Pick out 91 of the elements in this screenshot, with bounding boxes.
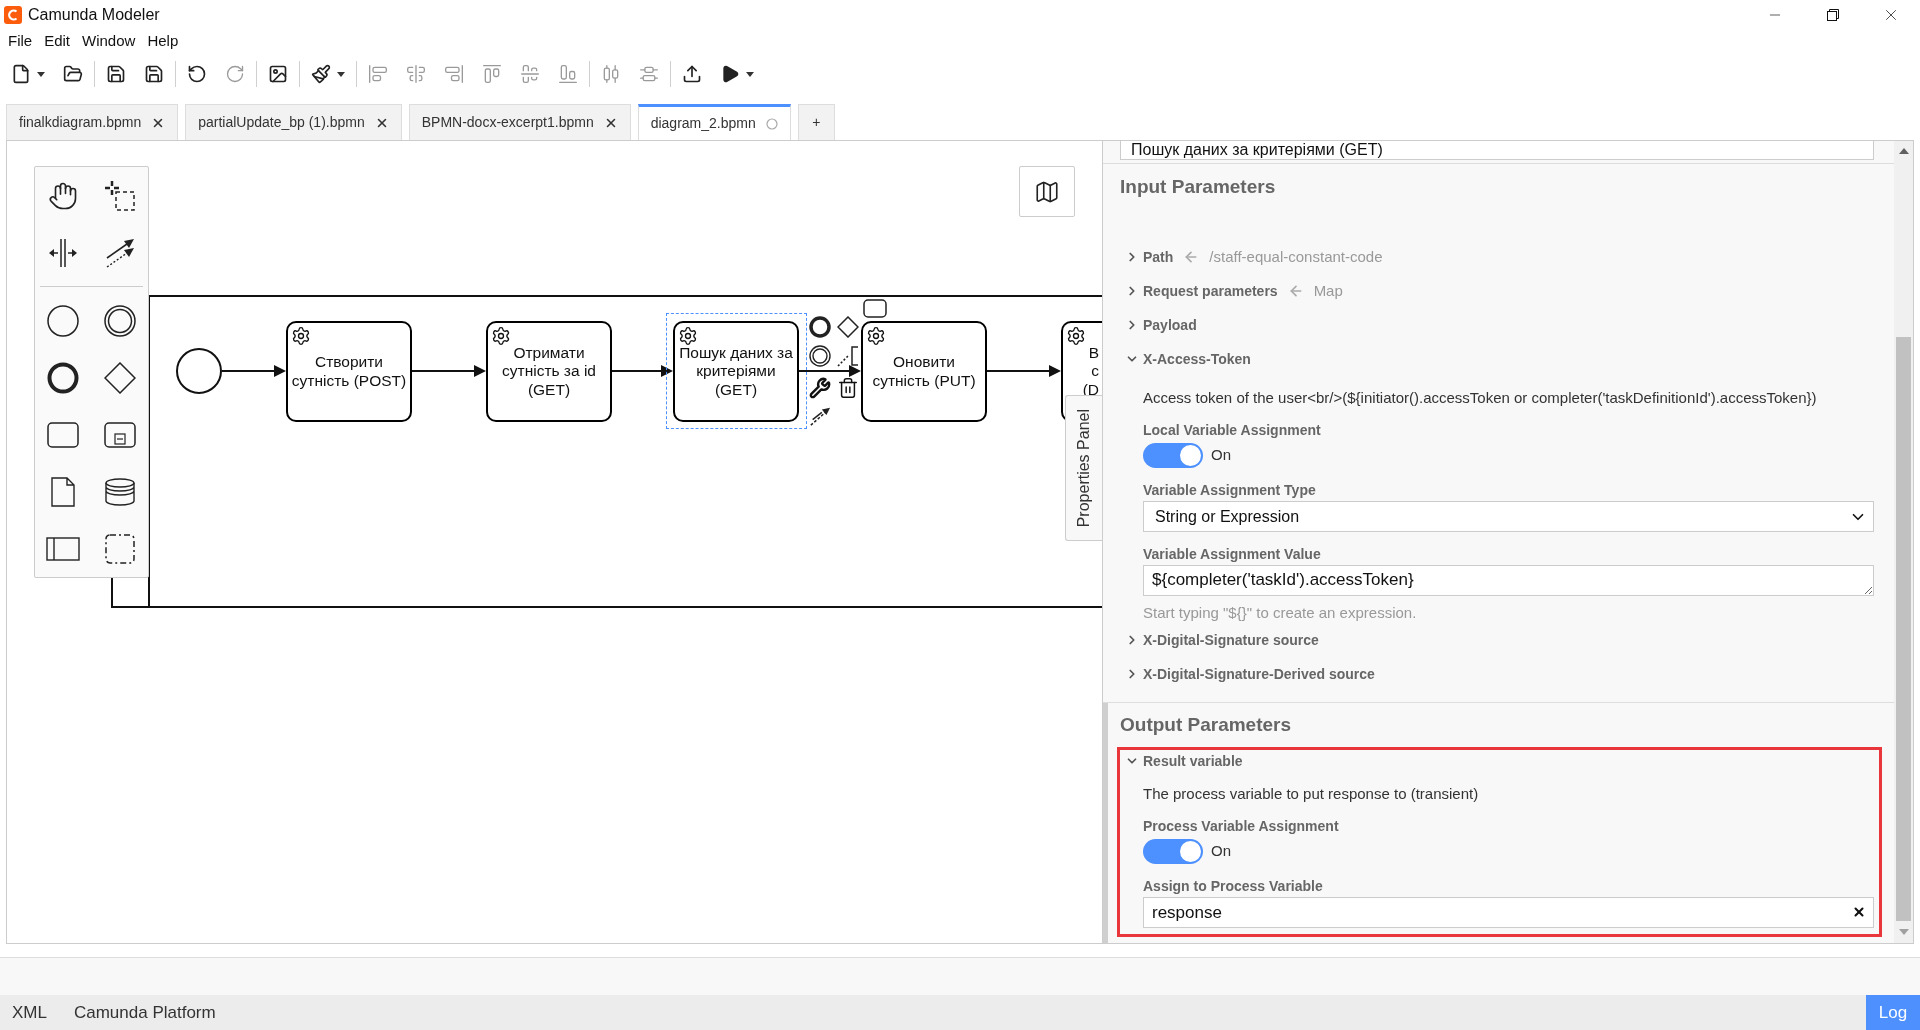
undo-icon[interactable] (187, 64, 207, 84)
file-tab[interactable]: BPMN-docx-excerpt1.bpmn (408, 104, 631, 140)
field-label: Variable Assignment Value (1143, 544, 1322, 564)
new-tab-button[interactable]: + (797, 104, 835, 140)
toggle-state-label: On (1211, 445, 1231, 466)
intermediate-event-icon[interactable] (809, 345, 831, 367)
mapping-value: Map (1313, 280, 1343, 301)
select-field[interactable]: String or Expression (1143, 501, 1874, 532)
entry-label[interactable]: Path (1143, 246, 1174, 268)
task-label: Створити сутність (POST) (291, 353, 407, 390)
end-event-icon[interactable] (47, 361, 80, 394)
sequence-flow-arrow (221, 365, 286, 377)
file-tab[interactable]: partialUpdate_bp (1).bpmn (185, 104, 402, 140)
wrench-icon[interactable] (809, 377, 831, 399)
entry-label[interactable]: Request parameters (1143, 280, 1278, 302)
file-tab[interactable]: finalkdiagram.bpmn (6, 104, 179, 140)
annotation-icon[interactable] (837, 345, 859, 367)
properties-panel-toggle[interactable]: Properties Panel (1065, 395, 1102, 541)
subprocess-icon[interactable] (103, 421, 136, 448)
toggle-state-label: On (1211, 841, 1231, 862)
field-label: Local Variable Assignment (1143, 420, 1322, 440)
data-store-icon[interactable] (104, 477, 135, 506)
name-textarea[interactable]: Пошук даних за критеріями (GET) (1120, 141, 1874, 160)
clear-icon[interactable] (1852, 905, 1866, 919)
field-label: Assign to Process Variable (1143, 876, 1324, 896)
sequence-flow-arrow (611, 365, 673, 377)
intermediate-event-icon[interactable] (103, 304, 136, 337)
caret-down-icon[interactable] (746, 71, 754, 77)
image-icon[interactable] (268, 64, 288, 84)
gear-icon (491, 326, 511, 346)
entry-label[interactable]: X-Access-Token (1143, 348, 1251, 370)
gear-icon (866, 326, 886, 346)
paintbrush-icon[interactable] (311, 64, 331, 84)
gear-icon (1066, 326, 1086, 346)
play-icon[interactable] (720, 64, 740, 84)
caret-down-icon[interactable] (337, 71, 345, 77)
caret-down-icon[interactable] (37, 71, 45, 77)
gateway-icon[interactable] (837, 316, 859, 338)
expression-textarea[interactable]: ${completer('taskId').accessToken} (1143, 565, 1874, 596)
group-icon[interactable] (104, 533, 135, 564)
end-event-icon[interactable] (809, 316, 831, 338)
hand-icon[interactable] (48, 180, 79, 211)
start-event (176, 348, 222, 394)
task-icon[interactable] (47, 421, 80, 448)
gateway-icon[interactable] (103, 361, 136, 394)
task-label: Пошук даних за критеріями (GET) (678, 343, 794, 400)
menu-item[interactable]: File (2, 30, 39, 52)
lasso-tool-icon[interactable] (104, 180, 135, 211)
app-logo-icon (4, 6, 22, 24)
start-event-icon[interactable] (47, 304, 80, 337)
connect-arrow-icon[interactable] (809, 405, 831, 427)
menu-item[interactable]: Window (76, 30, 142, 52)
entry-label[interactable]: Payload (1143, 314, 1197, 336)
field-label: Variable Assignment Type (1143, 480, 1317, 500)
space-tool-icon[interactable] (48, 237, 79, 268)
text-input-field[interactable]: response (1143, 897, 1874, 928)
new-file-icon[interactable] (11, 64, 31, 84)
connect-arrows-icon[interactable] (104, 237, 135, 268)
entry-label[interactable]: X-Digital-Signature-Derived source (1143, 663, 1375, 685)
entry-label[interactable]: Result variable (1143, 750, 1243, 772)
pool-icon[interactable] (46, 536, 81, 561)
file-tab[interactable]: diagram_2.bpmn (637, 104, 791, 140)
mapping-value: /staff-equal-constant-code (1209, 246, 1383, 267)
trash-icon[interactable] (837, 377, 859, 399)
toggle-switch[interactable] (1143, 839, 1203, 864)
status-bar-item[interactable]: Camunda Platform (73, 999, 216, 1026)
entry-label[interactable]: X-Digital-Signature source (1143, 629, 1319, 651)
toggle-switch[interactable] (1143, 443, 1203, 468)
group-heading: Output Parameters (1120, 712, 1293, 737)
status-bar-item[interactable]: XML (12, 999, 47, 1026)
entry-description: Access token of the user<br/>(${initiator().accessToken or completer('taskDefinitionId').accessToken}) (1143, 387, 1818, 408)
open-folder-icon[interactable] (63, 64, 83, 84)
field-hint: Start typing "${}" to create an expression. (1143, 603, 1418, 623)
scroll-up-icon[interactable] (1898, 148, 1909, 154)
task-label: Оновити сутність (PUT) (871, 353, 977, 390)
minimap-button[interactable] (1019, 166, 1075, 217)
data-object-icon[interactable] (51, 476, 76, 507)
group-heading: Input Parameters (1120, 174, 1277, 199)
window-title: Camunda Modeler (28, 5, 160, 25)
task-icon[interactable] (863, 299, 887, 318)
entry-description: The process variable to put response to (transient) (1143, 783, 1480, 804)
menu-item[interactable]: Edit (38, 30, 77, 52)
sequence-flow-arrow (798, 365, 861, 377)
upload-icon[interactable] (682, 64, 702, 84)
restore-icon[interactable] (1827, 9, 1839, 21)
gear-icon (678, 326, 698, 346)
field-label: Process Variable Assignment (1143, 816, 1340, 836)
scrollbar-thumb[interactable] (1896, 337, 1911, 921)
menu-item[interactable]: Help (141, 30, 185, 52)
gear-icon (291, 326, 311, 346)
task-label: Отримати сутність за id (GET) (501, 343, 597, 400)
